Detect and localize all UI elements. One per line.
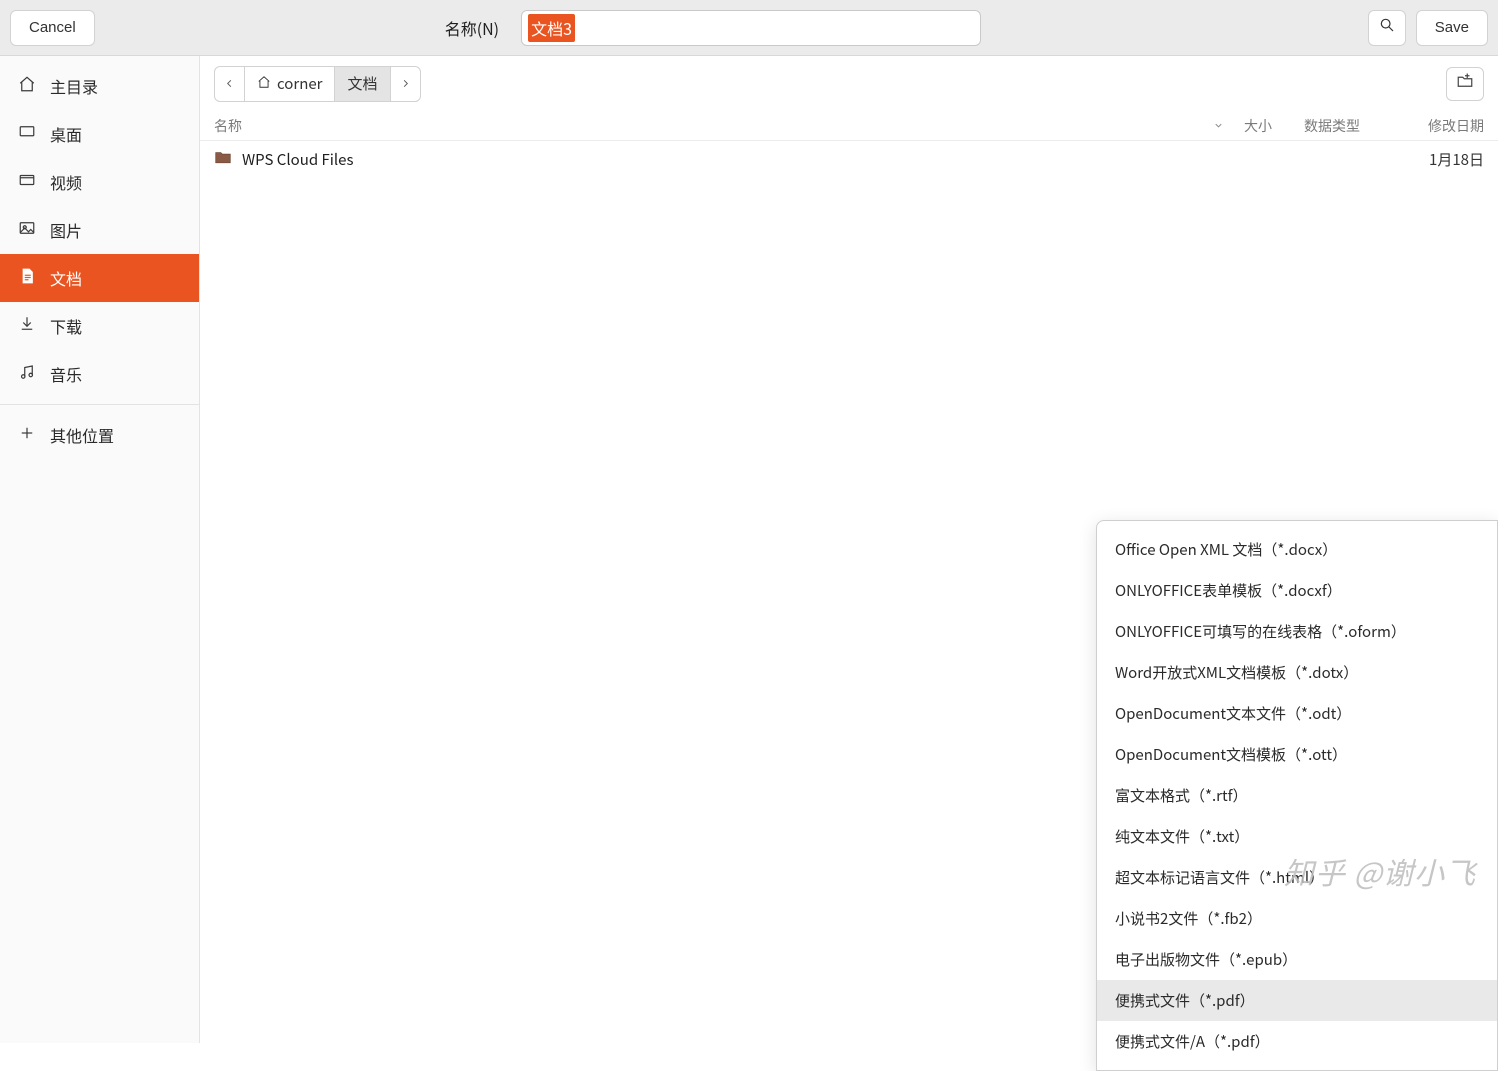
sidebar-separator xyxy=(0,404,199,405)
plus-icon xyxy=(18,423,36,447)
sidebar-item-label: 下载 xyxy=(50,314,82,338)
filename-input-value: 文档3 xyxy=(528,14,575,42)
sidebar-item-pictures[interactable]: 图片 xyxy=(0,206,199,254)
sidebar-item-other-locations[interactable]: 其他位置 xyxy=(0,411,199,459)
column-header-type-label: 数据类型 xyxy=(1304,116,1360,136)
sidebar: 主目录 桌面 视频 图片 文档 xyxy=(0,56,200,1043)
sidebar-item-label: 桌面 xyxy=(50,122,82,146)
chevron-left-icon xyxy=(224,73,235,94)
breadcrumb-current-label: 文档 xyxy=(347,73,377,94)
breadcrumb-forward-button[interactable] xyxy=(391,67,420,101)
file-type-option[interactable]: OpenDocument文档模板（*.ott） xyxy=(1097,734,1497,775)
file-type-option[interactable]: 富文本格式（*.rtf） xyxy=(1097,775,1497,816)
column-header-name-label: 名称 xyxy=(214,116,242,136)
music-icon xyxy=(18,362,36,386)
column-header-date[interactable]: 修改日期 xyxy=(1394,116,1484,136)
file-type-menu: Office Open XML 文档（*.docx） ONLYOFFICE表单模… xyxy=(1096,520,1498,1071)
file-type-option-label: 超文本标记语言文件（*.html） xyxy=(1115,867,1324,888)
home-icon xyxy=(257,73,271,94)
sidebar-item-label: 主目录 xyxy=(50,74,98,98)
search-icon xyxy=(1379,17,1395,38)
sidebar-item-home[interactable]: 主目录 xyxy=(0,62,199,110)
file-type-option[interactable]: ONLYOFFICE表单模板（*.docxf） xyxy=(1097,570,1497,611)
filename-label: 名称(N) xyxy=(445,16,499,40)
cancel-button[interactable]: Cancel xyxy=(10,10,95,46)
main-area: corner 文档 名称 xyxy=(200,56,1498,1043)
file-type-option[interactable]: 超文本标记语言文件（*.html） xyxy=(1097,857,1497,898)
file-row-name-cell: WPS Cloud Files xyxy=(214,149,1394,170)
file-type-option-label: 纯文本文件（*.txt） xyxy=(1115,826,1249,847)
sidebar-item-downloads[interactable]: 下载 xyxy=(0,302,199,350)
file-type-option[interactable]: 小说书2文件（*.fb2） xyxy=(1097,898,1497,939)
sidebar-item-label: 图片 xyxy=(50,218,82,242)
dialog-body: 主目录 桌面 视频 图片 文档 xyxy=(0,56,1498,1043)
file-type-option-label: OpenDocument文档模板（*.ott） xyxy=(1115,744,1347,765)
breadcrumb-bar: corner 文档 xyxy=(200,56,1498,111)
sidebar-item-music[interactable]: 音乐 xyxy=(0,350,199,398)
sidebar-item-label: 音乐 xyxy=(50,362,82,386)
video-icon xyxy=(18,170,36,194)
search-button[interactable] xyxy=(1368,10,1406,46)
save-button[interactable]: Save xyxy=(1416,10,1488,46)
sidebar-item-videos[interactable]: 视频 xyxy=(0,158,199,206)
sidebar-item-documents[interactable]: 文档 xyxy=(0,254,199,302)
sidebar-item-label: 视频 xyxy=(50,170,82,194)
file-type-option-label: Word开放式XML文档模板（*.dotx） xyxy=(1115,662,1358,683)
column-header-name[interactable]: 名称 xyxy=(214,116,1244,136)
sidebar-item-label: 其他位置 xyxy=(50,423,114,447)
home-icon xyxy=(18,74,36,98)
file-row-date: 1月18日 xyxy=(1394,149,1484,170)
dialog-header: Cancel 名称(N) 文档3 Save xyxy=(0,0,1498,56)
file-type-option[interactable]: ONLYOFFICE可填写的在线表格（*.oform） xyxy=(1097,611,1497,652)
file-type-option[interactable]: OpenDocument文本文件（*.odt） xyxy=(1097,693,1497,734)
sidebar-item-label: 文档 xyxy=(50,266,82,290)
new-folder-button[interactable] xyxy=(1446,67,1484,101)
file-type-option-label: OpenDocument文本文件（*.odt） xyxy=(1115,703,1351,724)
save-button-label: Save xyxy=(1435,19,1469,36)
file-type-option-label: 富文本格式（*.rtf） xyxy=(1115,785,1248,806)
file-type-option[interactable]: 便携式文件（*.pdf） xyxy=(1097,980,1497,1021)
cancel-button-label: Cancel xyxy=(29,19,76,36)
file-row[interactable]: WPS Cloud Files 1月18日 xyxy=(200,141,1498,177)
column-header-size[interactable]: 大小 xyxy=(1244,116,1304,136)
file-row-name: WPS Cloud Files xyxy=(242,149,353,170)
file-type-option-label: ONLYOFFICE表单模板（*.docxf） xyxy=(1115,580,1342,601)
file-type-option[interactable]: Word开放式XML文档模板（*.dotx） xyxy=(1097,652,1497,693)
file-type-option-label: 电子出版物文件（*.epub） xyxy=(1115,949,1297,970)
file-type-option-label: 便携式文件/A（*.pdf） xyxy=(1115,1031,1270,1052)
column-header-type[interactable]: 数据类型 xyxy=(1304,116,1394,136)
breadcrumb-home[interactable]: corner xyxy=(245,67,335,101)
sort-indicator xyxy=(1213,116,1224,136)
file-type-option[interactable]: 便携式文件/A（*.pdf） xyxy=(1097,1021,1497,1062)
new-folder-icon xyxy=(1456,72,1474,95)
breadcrumb: corner 文档 xyxy=(214,66,421,102)
column-header-date-label: 修改日期 xyxy=(1428,116,1484,136)
file-type-option[interactable]: 电子出版物文件（*.epub） xyxy=(1097,939,1497,980)
file-type-option-label: ONLYOFFICE可填写的在线表格（*.oform） xyxy=(1115,621,1406,642)
download-icon xyxy=(18,314,36,338)
file-type-option-label: 小说书2文件（*.fb2） xyxy=(1115,908,1262,929)
folder-icon xyxy=(214,149,232,170)
breadcrumb-current[interactable]: 文档 xyxy=(335,67,390,101)
file-type-option-label: 便携式文件（*.pdf） xyxy=(1115,990,1255,1011)
filename-input[interactable]: 文档3 xyxy=(521,10,981,46)
sidebar-item-desktop[interactable]: 桌面 xyxy=(0,110,199,158)
file-type-option[interactable]: 纯文本文件（*.txt） xyxy=(1097,816,1497,857)
breadcrumb-back-button[interactable] xyxy=(215,67,245,101)
breadcrumb-home-label: corner xyxy=(277,73,322,94)
document-icon xyxy=(18,266,36,290)
chevron-right-icon xyxy=(400,73,411,94)
file-type-option[interactable]: Office Open XML 文档（*.docx） xyxy=(1097,529,1497,570)
picture-icon xyxy=(18,218,36,242)
column-headers: 名称 大小 数据类型 修改日期 xyxy=(200,111,1498,141)
column-header-size-label: 大小 xyxy=(1244,116,1272,136)
desktop-icon xyxy=(18,122,36,146)
file-type-option-label: Office Open XML 文档（*.docx） xyxy=(1115,539,1337,560)
